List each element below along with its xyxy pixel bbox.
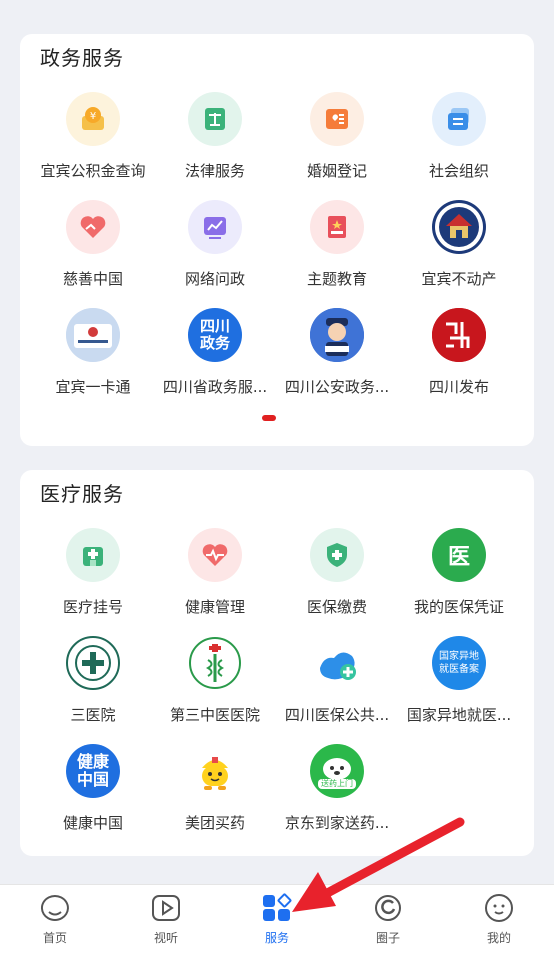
medical-item-remote-medical[interactable]: 国家异地就医备案 国家异地就医... xyxy=(394,636,524,736)
play-icon xyxy=(152,895,180,921)
sichuan-release-icon xyxy=(432,308,486,362)
home-face-icon xyxy=(40,895,69,921)
medical-services-card: 医疗服务 医疗挂号 健康管理 医保缴费 医 我的医保凭证 三医院 第三中医医院 … xyxy=(20,470,534,856)
circle-icon xyxy=(375,895,401,921)
tab-home[interactable]: 首页 xyxy=(20,893,90,946)
third-hospital-emblem-icon xyxy=(66,636,120,690)
medical-item-insurance-payment[interactable]: 医保缴费 xyxy=(272,528,402,628)
real-estate-emblem-icon xyxy=(432,200,486,254)
medical-insurance-icon: 医 xyxy=(432,528,486,582)
bottom-tab-bar: 首页 视听 服务 圈子 我的 xyxy=(0,884,554,955)
service-item-marriage[interactable]: 婚姻登记 xyxy=(272,92,402,192)
sichuan-gov-icon: 四川政务 xyxy=(188,308,242,362)
medical-services-title: 医疗服务 xyxy=(40,482,124,506)
tab-service[interactable]: 服务 xyxy=(242,893,312,946)
medical-item-jd-delivery[interactable]: 送药上门 京东到家送药... xyxy=(272,744,402,844)
sichuan-insurance-icon xyxy=(310,636,364,690)
medical-item-meituan-medicine[interactable]: 美团买药 xyxy=(150,744,280,844)
tcm-hospital-emblem-icon xyxy=(188,636,242,690)
service-item-online-politics[interactable]: 网络问政 xyxy=(150,200,280,300)
organization-card-icon xyxy=(432,92,486,146)
tab-profile[interactable]: 我的 xyxy=(464,893,534,946)
medical-item-tcm-hospital[interactable]: 第三中医医院 xyxy=(150,636,280,736)
service-item-sichuan-gov[interactable]: 四川政务 四川省政务服... xyxy=(150,308,280,408)
medical-item-registration[interactable]: 医疗挂号 xyxy=(28,528,158,628)
page-indicator-dot xyxy=(262,415,276,421)
medical-item-insurance-voucher[interactable]: 医 我的医保凭证 xyxy=(394,528,524,628)
tab-circle[interactable]: 圈子 xyxy=(353,893,423,946)
law-book-icon xyxy=(188,92,242,146)
red-book-icon xyxy=(310,200,364,254)
hospital-icon xyxy=(66,528,120,582)
heart-pulse-icon xyxy=(188,528,242,582)
shield-plus-icon xyxy=(310,528,364,582)
marriage-book-icon xyxy=(310,92,364,146)
service-item-social-org[interactable]: 社会组织 xyxy=(394,92,524,192)
gold-coin-icon: ¥ xyxy=(66,92,120,146)
medical-item-third-hospital[interactable]: 三医院 xyxy=(28,636,158,736)
service-item-housing-fund[interactable]: ¥ 宜宾公积金查询 xyxy=(28,92,158,192)
profile-face-icon xyxy=(485,894,513,922)
charity-heart-icon xyxy=(66,200,120,254)
jd-delivery-icon: 送药上门 xyxy=(310,744,364,798)
medical-item-healthy-china[interactable]: 健康中国 健康中国 xyxy=(28,744,158,844)
social-security-card-icon xyxy=(66,308,120,362)
remote-medical-icon: 国家异地就医备案 xyxy=(432,636,486,690)
service-item-charity[interactable]: 慈善中国 xyxy=(28,200,158,300)
police-avatar-icon xyxy=(310,308,364,362)
service-item-sichuan-release[interactable]: 四川发布 xyxy=(394,308,524,408)
service-item-legal[interactable]: 法律服务 xyxy=(150,92,280,192)
tab-video[interactable]: 视听 xyxy=(131,893,201,946)
service-item-theme-education[interactable]: 主题教育 xyxy=(272,200,402,300)
service-grid-icon xyxy=(263,893,292,921)
service-item-real-estate[interactable]: 宜宾不动产 xyxy=(394,200,524,300)
healthy-china-icon: 健康中国 xyxy=(66,744,120,798)
gov-services-card: 政务服务 ¥ 宜宾公积金查询 法律服务 婚姻登记 社会组织 慈善中国 网络问政 … xyxy=(20,34,534,446)
svg-text:¥: ¥ xyxy=(90,111,96,122)
medical-item-sichuan-insurance[interactable]: 四川医保公共... xyxy=(272,636,402,736)
gov-services-title: 政务服务 xyxy=(40,46,124,70)
meituan-medicine-icon xyxy=(188,744,242,798)
service-item-one-card[interactable]: 宜宾一卡通 xyxy=(28,308,158,408)
chart-screen-icon xyxy=(188,200,242,254)
service-item-sichuan-police[interactable]: 四川公安政务... xyxy=(272,308,402,408)
medical-item-health-management[interactable]: 健康管理 xyxy=(150,528,280,628)
